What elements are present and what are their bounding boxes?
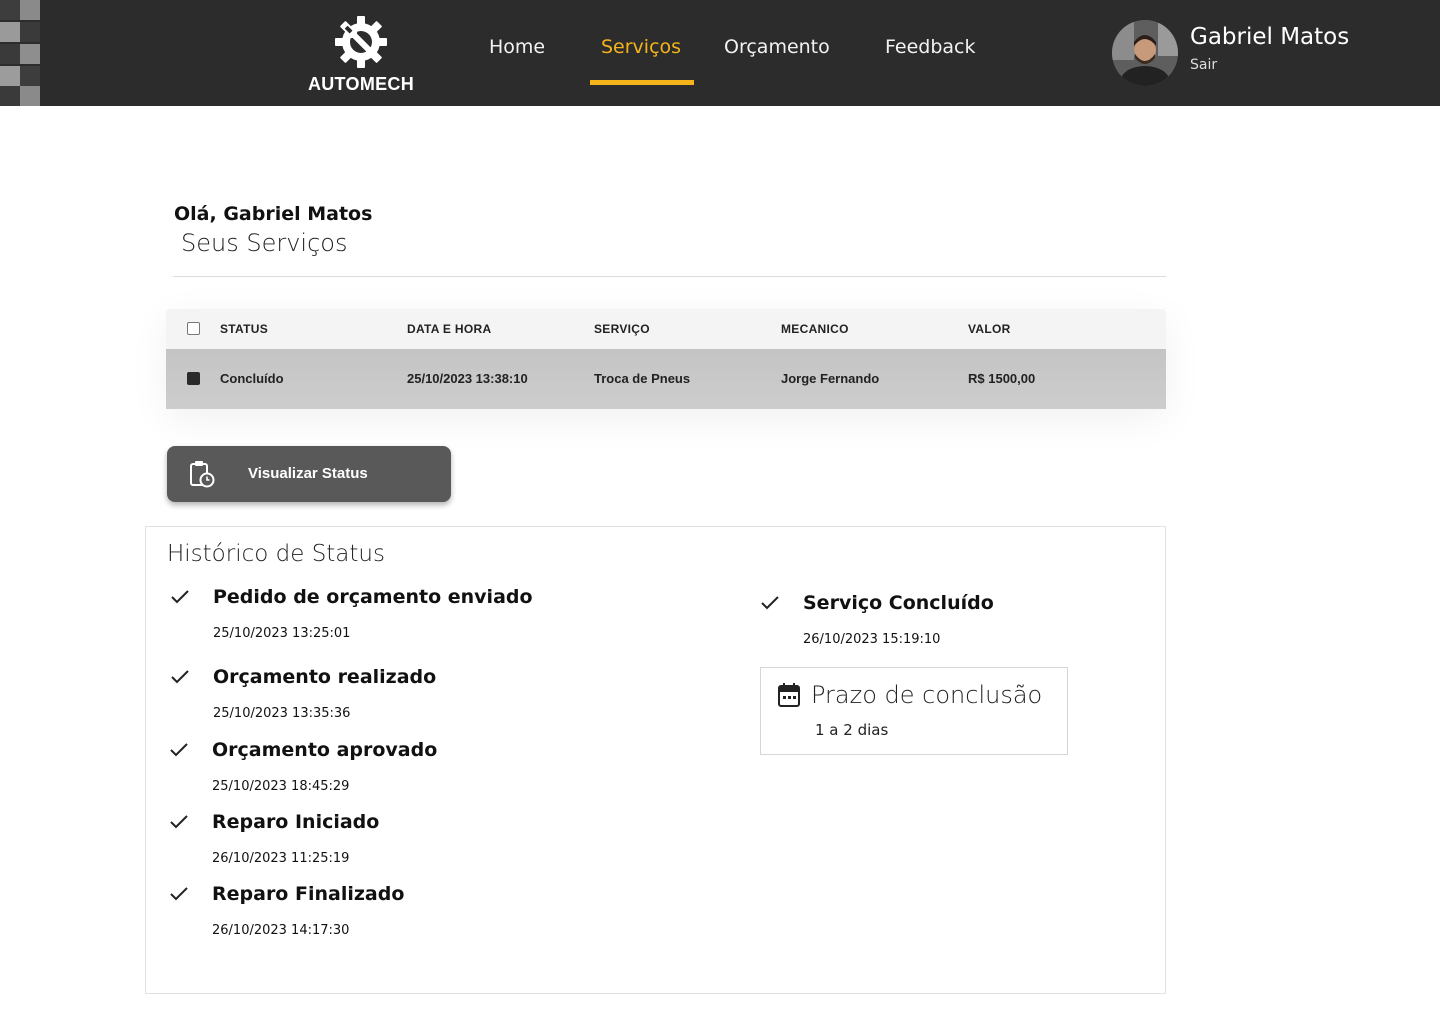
- view-status-label: Visualizar Status: [248, 465, 368, 482]
- nav-feedback[interactable]: Feedback: [885, 36, 975, 64]
- cell-value: R$ 1500,00: [968, 371, 1036, 386]
- check-icon: [171, 590, 189, 604]
- cell-status: Concluído: [220, 371, 284, 386]
- column-header-value: VALOR: [968, 322, 1011, 336]
- active-nav-indicator: [590, 80, 694, 85]
- gear-wrench-icon: [335, 16, 387, 68]
- select-all-checkbox[interactable]: [187, 322, 200, 335]
- user-avatar[interactable]: [1112, 20, 1178, 86]
- section-divider: [173, 276, 1166, 277]
- cell-mechanic: Jorge Fernando: [781, 371, 880, 386]
- history-title: Histórico de Status: [167, 541, 385, 567]
- view-status-button[interactable]: Visualizar Status: [167, 446, 451, 502]
- step-time: 25/10/2023 13:25:01: [213, 626, 351, 641]
- checkered-flag-decoration: [0, 0, 42, 106]
- check-icon: [170, 815, 188, 829]
- page-title: Seus Serviços: [181, 229, 348, 257]
- row-checkbox[interactable]: [187, 372, 200, 385]
- step-time: 26/10/2023 11:25:19: [212, 851, 350, 866]
- deadline-value: 1 a 2 dias: [815, 721, 889, 739]
- column-header-datetime: DATA E HORA: [407, 322, 492, 336]
- check-icon: [171, 670, 189, 684]
- clipboard-clock-icon: [190, 461, 215, 488]
- top-navbar: AUTOMECH Home Serviços Orçamento Feedbac…: [0, 0, 1440, 106]
- table-row[interactable]: Concluído 25/10/2023 13:38:10 Troca de P…: [166, 349, 1166, 409]
- calendar-icon: [778, 683, 800, 707]
- check-icon: [170, 743, 188, 757]
- table-header: STATUS DATA E HORA SERVIÇO MECANICO VALO…: [166, 309, 1166, 349]
- column-header-mechanic: MECANICO: [781, 322, 849, 336]
- brand-logo[interactable]: AUTOMECH: [300, 10, 422, 96]
- step-label: Orçamento aprovado: [212, 739, 438, 761]
- greeting-text: Olá, Gabriel Matos: [174, 203, 373, 225]
- step-label: Reparo Finalizado: [212, 883, 405, 905]
- nav-home[interactable]: Home: [489, 36, 545, 64]
- status-history-panel: Histórico de Status Pedido de orçamento …: [145, 526, 1166, 994]
- step-label: Serviço Concluído: [803, 592, 994, 614]
- step-time: 26/10/2023 14:17:30: [212, 923, 350, 938]
- deadline-card: Prazo de conclusão 1 a 2 dias: [760, 667, 1068, 755]
- step-label: Pedido de orçamento enviado: [213, 586, 533, 608]
- check-icon: [170, 887, 188, 901]
- step-label: Reparo Iniciado: [212, 811, 380, 833]
- cell-datetime: 25/10/2023 13:38:10: [407, 371, 528, 386]
- step-time: 25/10/2023 13:35:36: [213, 706, 351, 721]
- step-label: Orçamento realizado: [213, 666, 437, 688]
- step-time: 26/10/2023 15:19:10: [803, 632, 941, 647]
- nav-orcamento[interactable]: Orçamento: [724, 36, 830, 64]
- user-name: Gabriel Matos: [1190, 24, 1350, 50]
- check-icon: [761, 596, 779, 610]
- step-time: 25/10/2023 18:45:29: [212, 779, 350, 794]
- cell-service: Troca de Pneus: [594, 371, 691, 386]
- deadline-title: Prazo de conclusão: [811, 681, 1043, 709]
- brand-name: AUTOMECH: [307, 74, 415, 94]
- nav-servicos[interactable]: Serviços: [601, 36, 681, 64]
- logout-link[interactable]: Sair: [1190, 57, 1217, 73]
- services-table: STATUS DATA E HORA SERVIÇO MECANICO VALO…: [166, 309, 1166, 409]
- column-header-service: SERVIÇO: [594, 322, 650, 336]
- column-header-status: STATUS: [220, 322, 269, 336]
